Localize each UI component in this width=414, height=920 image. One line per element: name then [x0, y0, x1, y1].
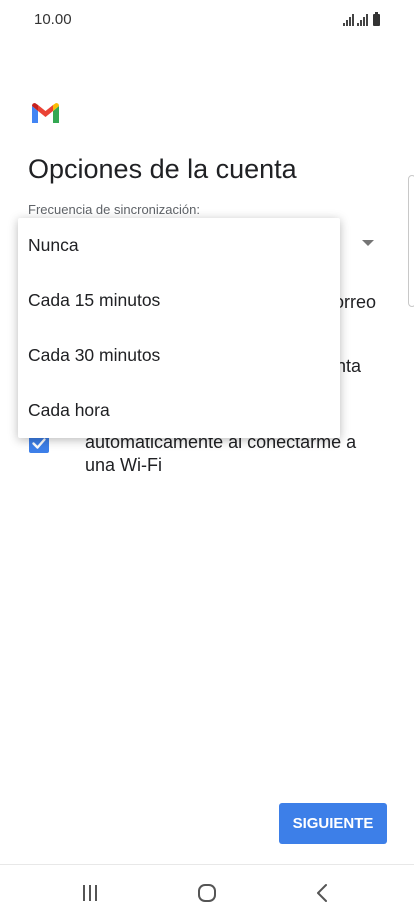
home-icon [198, 884, 216, 902]
option-text-fragment: orreo [334, 292, 377, 312]
gmail-logo [32, 103, 59, 123]
home-button[interactable] [167, 865, 247, 920]
back-icon [317, 884, 327, 902]
battery-icon [373, 12, 380, 26]
status-time: 10.00 [34, 11, 72, 28]
dropdown-arrow-icon[interactable] [362, 240, 374, 246]
back-button[interactable] [283, 865, 363, 920]
signal-icon [343, 14, 354, 26]
navigation-bar [0, 864, 414, 920]
scrollbar[interactable] [408, 175, 414, 307]
status-icons [343, 12, 380, 26]
page-title: Opciones de la cuenta [28, 154, 297, 184]
wifi-label-line: una Wi-Fi [85, 455, 163, 475]
status-bar: 10.00 [0, 0, 414, 40]
menu-item-cada-15-minutos[interactable]: Cada 15 minutos [18, 273, 340, 328]
recent-apps-button[interactable] [50, 865, 130, 920]
menu-item-cada-30-minutos[interactable]: Cada 30 minutos [18, 328, 340, 383]
menu-item-cada-hora[interactable]: Cada hora [18, 383, 340, 438]
menu-item-nunca[interactable]: Nunca [18, 218, 340, 273]
sync-frequency-menu: Nunca Cada 15 minutos Cada 30 minutos Ca… [18, 218, 340, 438]
recent-apps-icon [83, 885, 97, 901]
signal-icon [357, 14, 368, 26]
next-button[interactable]: SIGUIENTE [279, 803, 387, 844]
sync-frequency-label: Frecuencia de sincronización: [28, 202, 200, 217]
